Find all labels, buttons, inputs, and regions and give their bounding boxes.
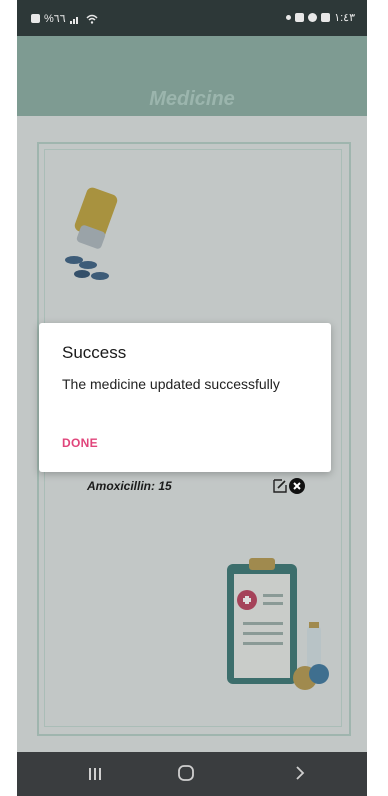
message-icon [308, 13, 318, 22]
status-time: ١:٤٣ [334, 12, 355, 24]
app-notification-icon [295, 13, 305, 22]
signal-icon [69, 16, 78, 24]
success-dialog: Success The medicine updated successfull… [39, 323, 331, 472]
app-bar: Medicine [17, 36, 367, 116]
gallery-icon [321, 13, 331, 22]
home-icon[interactable] [177, 764, 195, 782]
status-bar: %٦٦ ١:٤٣ [17, 0, 367, 36]
dialog-title: Success [62, 343, 127, 362]
system-navigation-bar [17, 752, 367, 796]
clipboard-icon [227, 558, 329, 690]
pill-bottle-icon [65, 187, 118, 280]
wifi-icon [86, 14, 98, 24]
back-icon[interactable] [293, 764, 307, 782]
page-title: Medicine [149, 88, 235, 110]
status-right: ١:٤٣ [286, 11, 355, 24]
battery-icon [31, 14, 40, 23]
delete-icon[interactable] [289, 478, 305, 494]
edit-icon[interactable] [273, 479, 287, 493]
recent-apps-icon[interactable] [87, 766, 103, 782]
status-left: %٦٦ [31, 12, 98, 25]
done-button[interactable]: DONE [62, 436, 98, 450]
dialog-message: The medicine updated successfully [62, 376, 280, 392]
notification-dot-icon [286, 15, 292, 20]
medicine-label: Amoxicillin: 15 [87, 479, 172, 493]
medicine-list-item: Amoxicillin: 15 [87, 478, 317, 499]
battery-percent: %٦٦ [44, 13, 66, 25]
